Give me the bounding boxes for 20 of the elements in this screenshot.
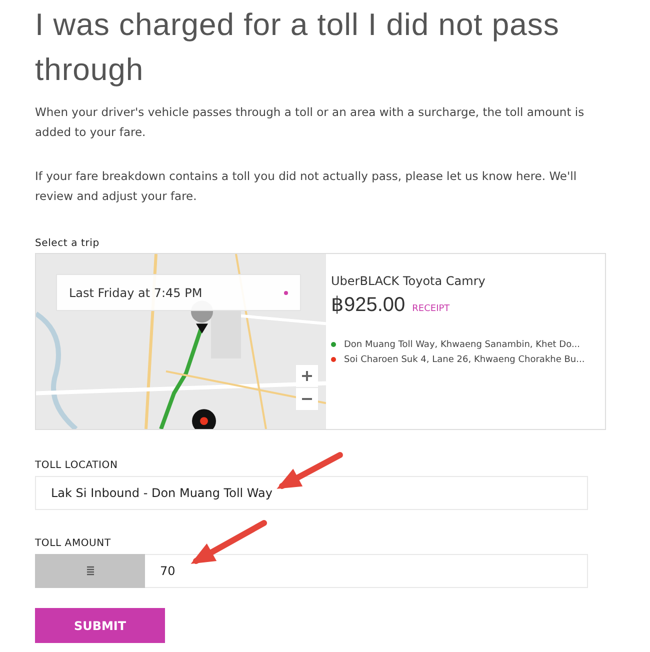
fare-amount: ฿925.00 — [331, 293, 406, 317]
toll-location-field[interactable]: Lak Si Inbound - Don Muang Toll Way — [35, 476, 588, 510]
toll-amount-field[interactable]: 70 — [145, 554, 588, 588]
description-text: If your fare breakdown contains a toll you did not actually pass, please let us know here. We'll review and adjust your fare. — [35, 168, 578, 205]
page-title: I was charged for a toll I did not pass through — [35, 6, 560, 89]
caret-icon — [284, 290, 288, 294]
zoom-out-icon[interactable] — [296, 388, 318, 410]
field-label: TOLL AMOUNT — [35, 538, 112, 549]
annotation-arrow — [276, 452, 343, 489]
field-label: TOLL LOCATION — [35, 460, 119, 471]
vehicle-name: UberBLACK Toyota Camry — [331, 274, 486, 288]
field-label: Select a trip — [35, 238, 100, 249]
receipt-link[interactable]: RECEIPT — [412, 304, 450, 314]
zoom-in-icon[interactable] — [296, 365, 318, 387]
currency-icon — [86, 566, 94, 576]
stop-address: Don Muang Toll Way, Khwaeng Sanambin, Khet Do... — [344, 340, 580, 350]
submit-button[interactable]: SUBMIT — [35, 608, 165, 643]
stop-address: Soi Charoen Suk 4, Lane 26, Khwaeng Chorakhe Bu... — [344, 354, 585, 364]
trip-dropdown[interactable]: Last Friday at 7:45 PM — [56, 274, 301, 311]
description-text: When your driver's vehicle passes through a toll or an area with a surcharge, the toll amount is added to your fare. — [35, 104, 586, 141]
